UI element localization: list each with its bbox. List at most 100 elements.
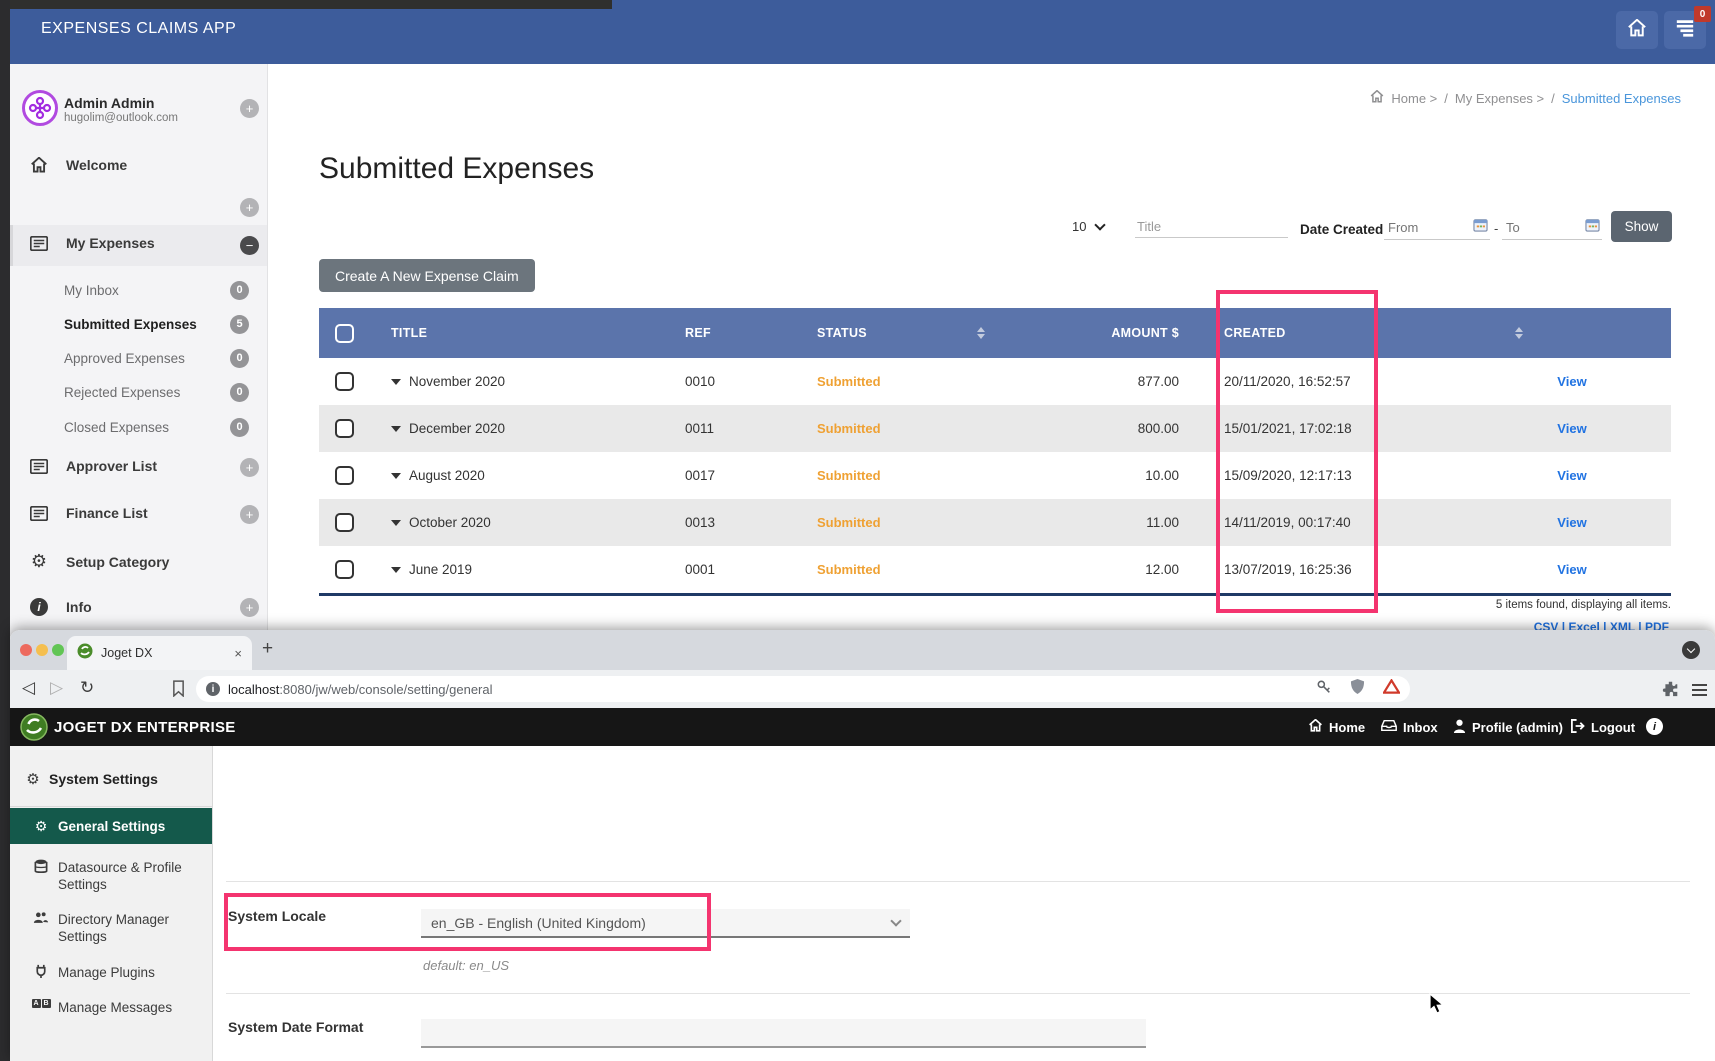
bookmark-icon[interactable] xyxy=(172,680,185,702)
info-expand-button[interactable]: + xyxy=(240,598,259,617)
expand-caret-icon[interactable] xyxy=(391,426,401,432)
sidebar-item-my-inbox[interactable]: My Inbox xyxy=(64,283,119,298)
reload-button[interactable]: ↻ xyxy=(80,678,94,698)
sidebar-item-datasource-profile[interactable]: Datasource & ProfileSettings xyxy=(32,859,182,893)
sidebar-item-general-settings[interactable]: ⚙︎ General Settings xyxy=(10,808,212,844)
view-link[interactable]: View xyxy=(1557,468,1586,483)
url-bar[interactable]: i localhost:8080/jw/web/console/setting/… xyxy=(196,676,1410,702)
sidebar-item-submitted-expenses[interactable]: Submitted Expenses xyxy=(64,317,197,332)
tab-close-icon[interactable]: × xyxy=(234,646,242,661)
row-checkbox[interactable] xyxy=(335,372,354,391)
shield-icon[interactable] xyxy=(1350,678,1365,700)
maximize-window-button[interactable] xyxy=(52,644,64,656)
app-home-button[interactable] xyxy=(1616,11,1658,49)
table-bottom-border xyxy=(319,593,1671,596)
browser-tabstrip: Joget DX × + xyxy=(10,630,1715,670)
column-header-amount[interactable]: AMOUNT $ xyxy=(1017,308,1179,358)
joget-favicon xyxy=(77,643,93,664)
expand-caret-icon[interactable] xyxy=(391,473,401,479)
view-link[interactable]: View xyxy=(1557,562,1586,577)
joget-logo-icon xyxy=(20,713,48,746)
back-button[interactable]: ◁ xyxy=(22,678,35,698)
sidebar-item-manage-messages[interactable]: AB Manage Messages xyxy=(32,999,172,1016)
show-button[interactable]: Show xyxy=(1611,211,1672,242)
joget-header: JOGET DX ENTERPRISE Home Inbox Profile (… xyxy=(10,708,1715,746)
joget-nav-inbox[interactable]: Inbox xyxy=(1381,708,1438,746)
sidebar-item-manage-plugins[interactable]: Manage Plugins xyxy=(32,964,155,981)
finance-expand-button[interactable]: + xyxy=(240,505,259,524)
browser-menu-icon[interactable] xyxy=(1692,681,1707,699)
row-checkbox[interactable] xyxy=(335,466,354,485)
joget-info-icon[interactable]: i xyxy=(1646,718,1663,735)
date-to-field[interactable] xyxy=(1502,216,1602,240)
column-header-ref[interactable]: REF xyxy=(685,308,711,358)
sort-icon[interactable] xyxy=(1515,327,1523,339)
calendar-icon[interactable] xyxy=(1473,218,1488,237)
minimize-window-button[interactable] xyxy=(36,644,48,656)
sidebar-item-setup-category[interactable]: ⚙ Setup Category xyxy=(28,551,169,572)
background-window-edge xyxy=(0,0,612,9)
gear-icon: ⚙︎ xyxy=(32,818,50,835)
view-link[interactable]: View xyxy=(1557,515,1586,530)
system-date-format-input[interactable] xyxy=(421,1019,1146,1048)
sort-icon[interactable] xyxy=(977,327,985,339)
site-info-icon[interactable]: i xyxy=(206,682,220,696)
create-expense-claim-button[interactable]: Create A New Expense Claim xyxy=(319,259,535,292)
breadcrumb-my-expenses[interactable]: My Expenses > xyxy=(1455,91,1544,106)
date-to-input[interactable] xyxy=(1504,219,1585,236)
screenshot-root: EXPENSES CLAIMS APP 0 Admin Admin hugoli… xyxy=(0,0,1715,1061)
password-key-icon[interactable] xyxy=(1316,679,1332,700)
view-link[interactable]: View xyxy=(1557,374,1586,389)
expand-caret-icon[interactable] xyxy=(391,379,401,385)
row-checkbox[interactable] xyxy=(335,513,354,532)
browser-tab[interactable]: Joget DX × xyxy=(67,636,252,670)
system-locale-annotation-rect xyxy=(224,893,711,951)
person-icon xyxy=(1453,719,1466,736)
expand-caret-icon[interactable] xyxy=(391,520,401,526)
row-checkbox[interactable] xyxy=(335,560,354,579)
sidebar-item-rejected-expenses[interactable]: Rejected Expenses xyxy=(64,385,180,400)
category-expand-button[interactable]: + xyxy=(240,198,259,217)
sidebar-item-closed-expenses[interactable]: Closed Expenses xyxy=(64,420,169,435)
date-from-field[interactable] xyxy=(1384,216,1490,240)
table-row: October 2020 0013 Submitted 11.00 14/11/… xyxy=(319,499,1671,546)
forward-button[interactable]: ▷ xyxy=(50,678,63,698)
extensions-puzzle-icon[interactable] xyxy=(1662,680,1679,702)
tab-search-button[interactable] xyxy=(1682,641,1700,659)
title-filter-input[interactable] xyxy=(1135,216,1288,238)
breadcrumb-home[interactable]: Home > xyxy=(1391,91,1437,106)
table-row: August 2020 0017 Submitted 10.00 15/09/2… xyxy=(319,452,1671,499)
sidebar-item-welcome[interactable]: Welcome xyxy=(28,157,127,173)
user-name: Admin Admin xyxy=(64,95,154,111)
column-header-title[interactable]: TITLE xyxy=(391,308,427,358)
joget-brand: JOGET DX ENTERPRISE xyxy=(54,719,236,736)
expenses-table: TITLE REF STATUS AMOUNT $ CREATED Novemb… xyxy=(319,308,1671,596)
joget-nav-home[interactable]: Home xyxy=(1308,708,1365,746)
breadcrumb-current[interactable]: Submitted Expenses xyxy=(1562,91,1681,106)
user-expand-button[interactable]: + xyxy=(240,99,259,118)
new-tab-button[interactable]: + xyxy=(262,638,273,660)
expand-caret-icon[interactable] xyxy=(391,567,401,573)
sidebar-item-approver-list[interactable]: Approver List xyxy=(28,458,157,474)
joget-nav-profile[interactable]: Profile (admin) xyxy=(1453,708,1563,746)
my-expenses-collapse-button[interactable]: − xyxy=(240,236,259,255)
extension-triangle-icon[interactable] xyxy=(1383,679,1400,699)
column-header-status[interactable]: STATUS xyxy=(817,308,867,358)
sidebar-item-info[interactable]: i Info xyxy=(28,598,92,616)
joget-sidebar: ⚙︎ System Settings ⚙︎ General Settings D… xyxy=(10,746,213,1061)
home-icon xyxy=(1627,19,1647,42)
approver-expand-button[interactable]: + xyxy=(240,458,259,477)
view-link[interactable]: View xyxy=(1557,421,1586,436)
sidebar-item-approved-expenses[interactable]: Approved Expenses xyxy=(64,351,185,366)
calendar-icon[interactable] xyxy=(1585,218,1600,237)
browser-toolbar: ◁ ▷ ↻ i localhost:8080/jw/web/console/se… xyxy=(10,670,1715,708)
page-size-select[interactable]: 10 xyxy=(1072,219,1122,234)
app-title: EXPENSES CLAIMS APP xyxy=(41,20,236,38)
date-from-input[interactable] xyxy=(1386,219,1473,236)
close-window-button[interactable] xyxy=(20,644,32,656)
sidebar-item-directory-manager[interactable]: Directory ManagerSettings xyxy=(32,911,169,945)
select-all-checkbox[interactable] xyxy=(335,324,354,343)
row-checkbox[interactable] xyxy=(335,419,354,438)
sidebar-item-finance-list[interactable]: Finance List xyxy=(28,505,148,521)
joget-nav-logout[interactable]: Logout xyxy=(1570,708,1635,746)
